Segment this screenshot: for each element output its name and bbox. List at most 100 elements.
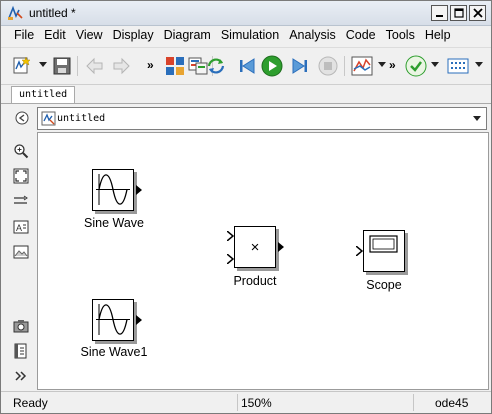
library-browser-icon bbox=[166, 57, 184, 75]
simulink-window: untitled * File Edit View Display Diagra… bbox=[0, 0, 492, 414]
scope-block[interactable] bbox=[363, 230, 405, 272]
product-block[interactable]: × bbox=[234, 226, 276, 268]
arrow-left-icon bbox=[86, 57, 103, 75]
menu-view[interactable]: View bbox=[71, 27, 108, 46]
library-browser-button[interactable] bbox=[164, 55, 186, 77]
back-button[interactable] bbox=[84, 55, 106, 77]
menu-code[interactable]: Code bbox=[341, 27, 381, 46]
build-icon bbox=[447, 58, 469, 74]
zoom-icon bbox=[14, 144, 29, 159]
image-button[interactable] bbox=[13, 244, 29, 260]
sine-wave1-block[interactable] bbox=[92, 299, 134, 341]
solver-name[interactable]: ode45 bbox=[435, 396, 468, 410]
sine-wave1-label[interactable]: Sine Wave1 bbox=[64, 345, 164, 359]
scope-label[interactable]: Scope bbox=[343, 278, 425, 292]
camera-icon bbox=[13, 320, 29, 333]
sine-wave-icon bbox=[96, 304, 130, 335]
forward-button[interactable] bbox=[110, 55, 132, 77]
model-browser-button[interactable] bbox=[13, 343, 29, 359]
fit-to-view-button[interactable] bbox=[13, 168, 29, 184]
model-path: untitled bbox=[57, 113, 106, 124]
simulation-data-inspector-button[interactable] bbox=[351, 55, 373, 77]
step-back-icon bbox=[240, 58, 255, 74]
double-arrow-icon bbox=[14, 195, 28, 204]
annotation-button[interactable]: A bbox=[13, 219, 29, 235]
title-bar: untitled * bbox=[1, 1, 491, 26]
toolbar-separator bbox=[77, 56, 78, 76]
scope-input-port[interactable] bbox=[356, 246, 363, 256]
status-bar: Ready 150% ode45 bbox=[1, 391, 491, 413]
save-icon bbox=[53, 57, 71, 75]
data-inspector-dropdown[interactable] bbox=[378, 62, 386, 67]
arrow-signal-button[interactable] bbox=[13, 193, 29, 209]
status-state: Ready bbox=[13, 396, 48, 410]
menu-diagram[interactable]: Diagram bbox=[159, 27, 216, 46]
toolbar: » » bbox=[1, 47, 491, 85]
path-dropdown-icon[interactable] bbox=[473, 116, 481, 121]
hide-browser-icon[interactable] bbox=[15, 111, 29, 125]
menu-tools[interactable]: Tools bbox=[381, 27, 420, 46]
toolbar-overflow[interactable]: » bbox=[147, 58, 154, 72]
model-tab-strip: untitled bbox=[1, 86, 491, 103]
step-back-button[interactable] bbox=[236, 55, 258, 77]
product-input-port-1[interactable] bbox=[227, 231, 234, 241]
window-controls bbox=[431, 5, 486, 21]
build-dropdown[interactable] bbox=[475, 62, 483, 67]
menu-simulation[interactable]: Simulation bbox=[216, 27, 284, 46]
close-button[interactable] bbox=[469, 5, 486, 21]
step-forward-button[interactable] bbox=[289, 55, 311, 77]
window-title: untitled * bbox=[29, 6, 76, 20]
menu-file[interactable]: File bbox=[9, 27, 39, 46]
menu-display[interactable]: Display bbox=[108, 27, 159, 46]
stop-button[interactable] bbox=[317, 55, 339, 77]
new-model-dropdown[interactable] bbox=[39, 62, 47, 67]
product-label[interactable]: Product bbox=[214, 274, 296, 288]
product-input-port-2[interactable] bbox=[227, 254, 234, 264]
update-diagram-button[interactable] bbox=[205, 55, 227, 77]
menu-edit[interactable]: Edit bbox=[39, 27, 71, 46]
menu-analysis[interactable]: Analysis bbox=[284, 27, 341, 46]
arrow-right-icon bbox=[113, 57, 130, 75]
maximize-button[interactable] bbox=[450, 5, 467, 21]
model-browser-icon bbox=[14, 343, 27, 359]
minimize-icon bbox=[436, 14, 443, 17]
sine-wave-block[interactable] bbox=[92, 169, 134, 211]
minimize-button[interactable] bbox=[431, 5, 448, 21]
tab-untitled[interactable]: untitled bbox=[11, 86, 75, 103]
scope-screen-icon bbox=[369, 235, 398, 253]
image-icon bbox=[13, 245, 29, 259]
screenshot-button[interactable] bbox=[13, 318, 29, 334]
sine-wave-output-port[interactable] bbox=[136, 185, 142, 195]
svg-text:A: A bbox=[16, 223, 22, 233]
model-icon bbox=[41, 111, 56, 126]
fit-view-icon bbox=[13, 168, 29, 184]
left-palette: A bbox=[1, 132, 37, 390]
status-divider bbox=[237, 394, 238, 411]
product-output-port[interactable] bbox=[278, 242, 284, 252]
toolbar-separator bbox=[344, 56, 345, 76]
palette-overflow-button[interactable] bbox=[13, 368, 29, 384]
play-icon bbox=[261, 55, 283, 77]
sine-wave-label[interactable]: Sine Wave bbox=[68, 216, 160, 230]
stop-icon bbox=[318, 56, 338, 76]
annotation-icon: A bbox=[13, 220, 29, 234]
model-advisor-button[interactable] bbox=[405, 55, 427, 77]
zoom-level: 150% bbox=[241, 396, 272, 410]
menu-help[interactable]: Help bbox=[420, 27, 456, 46]
build-button[interactable] bbox=[447, 55, 469, 77]
zoom-button[interactable] bbox=[13, 143, 29, 159]
multiply-symbol: × bbox=[250, 238, 260, 256]
status-divider bbox=[413, 394, 414, 411]
simulink-app-icon bbox=[8, 5, 23, 20]
close-icon bbox=[472, 8, 483, 18]
model-canvas[interactable]: Sine Wave Sine Wave1 × Product Scope bbox=[37, 132, 489, 390]
sine-wave-icon bbox=[96, 174, 130, 205]
maximize-icon bbox=[453, 8, 464, 18]
model-advisor-dropdown[interactable] bbox=[431, 62, 439, 67]
run-button[interactable] bbox=[261, 55, 283, 77]
model-path-field[interactable]: untitled bbox=[37, 107, 487, 130]
new-model-button[interactable] bbox=[11, 55, 33, 77]
save-button[interactable] bbox=[51, 55, 73, 77]
toolbar-overflow[interactable]: » bbox=[389, 58, 396, 72]
sine-wave1-output-port[interactable] bbox=[136, 315, 142, 325]
